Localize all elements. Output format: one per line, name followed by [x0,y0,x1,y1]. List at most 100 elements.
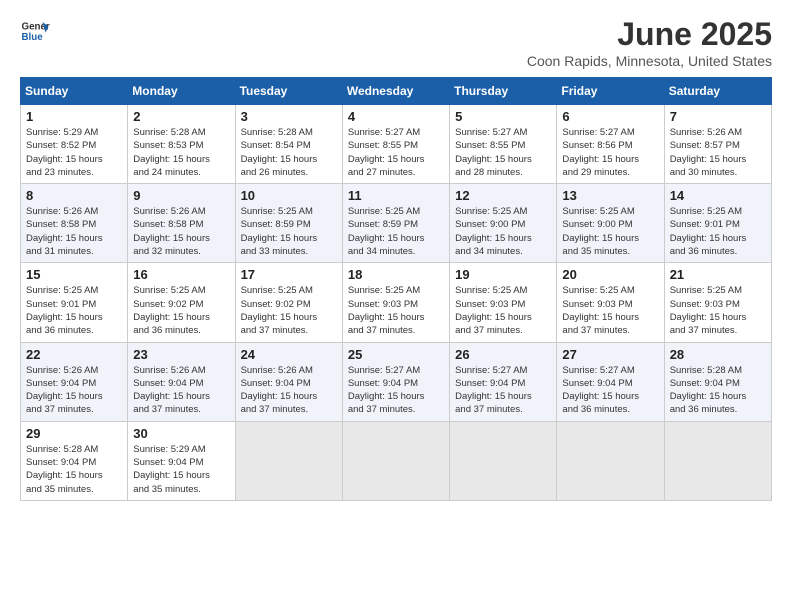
day-info: Sunrise: 5:29 AM Sunset: 9:04 PM Dayligh… [133,443,229,496]
day-info: Sunrise: 5:25 AM Sunset: 9:03 PM Dayligh… [455,284,551,337]
day-info: Sunrise: 5:28 AM Sunset: 8:54 PM Dayligh… [241,126,337,179]
day-info: Sunrise: 5:25 AM Sunset: 9:00 PM Dayligh… [455,205,551,258]
day-number: 11 [348,188,444,203]
calendar-cell [450,421,557,500]
day-info: Sunrise: 5:27 AM Sunset: 9:04 PM Dayligh… [562,364,658,417]
day-number: 3 [241,109,337,124]
calendar-cell: 30 Sunrise: 5:29 AM Sunset: 9:04 PM Dayli… [128,421,235,500]
day-number: 9 [133,188,229,203]
calendar-cell [342,421,449,500]
calendar-week-4: 22 Sunrise: 5:26 AM Sunset: 9:04 PM Dayli… [21,342,772,421]
calendar-cell: 27 Sunrise: 5:27 AM Sunset: 9:04 PM Dayli… [557,342,664,421]
calendar-title: June 2025 [527,16,772,53]
calendar-cell: 11Sunrise: 5:25 AM Sunset: 8:59 PM Dayli… [342,184,449,263]
page: General Blue June 2025 Coon Rapids, Minn… [0,0,792,612]
day-info: Sunrise: 5:26 AM Sunset: 9:04 PM Dayligh… [26,364,122,417]
day-number: 15 [26,267,122,282]
calendar-cell: 22 Sunrise: 5:26 AM Sunset: 9:04 PM Dayli… [21,342,128,421]
day-number: 14 [670,188,766,203]
column-header-friday: Friday [557,78,664,105]
calendar-cell: 3 Sunrise: 5:28 AM Sunset: 8:54 PM Daylig… [235,105,342,184]
calendar-cell: 4Sunrise: 5:27 AM Sunset: 8:55 PM Daylig… [342,105,449,184]
calendar-cell: 23 Sunrise: 5:26 AM Sunset: 9:04 PM Dayli… [128,342,235,421]
calendar-cell: 24Sunrise: 5:26 AM Sunset: 9:04 PM Dayli… [235,342,342,421]
day-number: 22 [26,347,122,362]
calendar-cell: 18Sunrise: 5:25 AM Sunset: 9:03 PM Dayli… [342,263,449,342]
day-info: Sunrise: 5:28 AM Sunset: 9:04 PM Dayligh… [670,364,766,417]
calendar-cell: 16Sunrise: 5:25 AM Sunset: 9:02 PM Dayli… [128,263,235,342]
day-info: Sunrise: 5:27 AM Sunset: 9:04 PM Dayligh… [455,364,551,417]
calendar-cell: 26Sunrise: 5:27 AM Sunset: 9:04 PM Dayli… [450,342,557,421]
day-number: 24 [241,347,337,362]
calendar-cell: 15 Sunrise: 5:25 AM Sunset: 9:01 PM Dayli… [21,263,128,342]
day-info: Sunrise: 5:29 AM Sunset: 8:52 PM Dayligh… [26,126,122,179]
calendar-cell: 19 Sunrise: 5:25 AM Sunset: 9:03 PM Dayli… [450,263,557,342]
column-header-saturday: Saturday [664,78,771,105]
day-number: 6 [562,109,658,124]
calendar-week-5: 29 Sunrise: 5:28 AM Sunset: 9:04 PM Dayli… [21,421,772,500]
logo-icon: General Blue [20,16,50,46]
day-info: Sunrise: 5:26 AM Sunset: 9:04 PM Dayligh… [133,364,229,417]
column-header-sunday: Sunday [21,78,128,105]
day-number: 27 [562,347,658,362]
day-number: 19 [455,267,551,282]
day-number: 2 [133,109,229,124]
logo: General Blue [20,16,50,46]
calendar-cell: 10 Sunrise: 5:25 AM Sunset: 8:59 PM Dayli… [235,184,342,263]
day-number: 1 [26,109,122,124]
calendar-cell: 21 Sunrise: 5:25 AM Sunset: 9:03 PM Dayli… [664,263,771,342]
calendar-cell: 29 Sunrise: 5:28 AM Sunset: 9:04 PM Dayli… [21,421,128,500]
day-info: Sunrise: 5:25 AM Sunset: 9:01 PM Dayligh… [26,284,122,337]
day-number: 4 [348,109,444,124]
calendar-cell [235,421,342,500]
day-number: 25 [348,347,444,362]
header: General Blue June 2025 Coon Rapids, Minn… [20,16,772,69]
calendar-cell [664,421,771,500]
calendar-cell: 2 Sunrise: 5:28 AM Sunset: 8:53 PM Daylig… [128,105,235,184]
calendar-cell: 20Sunrise: 5:25 AM Sunset: 9:03 PM Dayli… [557,263,664,342]
day-info: Sunrise: 5:28 AM Sunset: 9:04 PM Dayligh… [26,443,122,496]
calendar-week-2: 8Sunrise: 5:26 AM Sunset: 8:58 PM Daylig… [21,184,772,263]
day-number: 18 [348,267,444,282]
day-info: Sunrise: 5:25 AM Sunset: 9:03 PM Dayligh… [670,284,766,337]
day-number: 10 [241,188,337,203]
title-block: June 2025 Coon Rapids, Minnesota, United… [527,16,772,69]
calendar-table: SundayMondayTuesdayWednesdayThursdayFrid… [20,77,772,501]
day-number: 21 [670,267,766,282]
calendar-cell: 7 Sunrise: 5:26 AM Sunset: 8:57 PM Daylig… [664,105,771,184]
svg-text:Blue: Blue [22,32,44,43]
calendar-cell: 9 Sunrise: 5:26 AM Sunset: 8:58 PM Daylig… [128,184,235,263]
day-number: 7 [670,109,766,124]
calendar-cell [557,421,664,500]
day-info: Sunrise: 5:25 AM Sunset: 9:01 PM Dayligh… [670,205,766,258]
day-number: 20 [562,267,658,282]
day-info: Sunrise: 5:27 AM Sunset: 9:04 PM Dayligh… [348,364,444,417]
calendar-cell: 14 Sunrise: 5:25 AM Sunset: 9:01 PM Dayli… [664,184,771,263]
day-info: Sunrise: 5:25 AM Sunset: 8:59 PM Dayligh… [241,205,337,258]
calendar-cell: 17Sunrise: 5:25 AM Sunset: 9:02 PM Dayli… [235,263,342,342]
day-info: Sunrise: 5:28 AM Sunset: 8:53 PM Dayligh… [133,126,229,179]
calendar-week-3: 15 Sunrise: 5:25 AM Sunset: 9:01 PM Dayli… [21,263,772,342]
calendar-cell: 6 Sunrise: 5:27 AM Sunset: 8:56 PM Daylig… [557,105,664,184]
day-number: 23 [133,347,229,362]
day-info: Sunrise: 5:25 AM Sunset: 9:02 PM Dayligh… [133,284,229,337]
column-header-tuesday: Tuesday [235,78,342,105]
day-info: Sunrise: 5:27 AM Sunset: 8:56 PM Dayligh… [562,126,658,179]
calendar-week-1: 1 Sunrise: 5:29 AM Sunset: 8:52 PM Daylig… [21,105,772,184]
calendar-subtitle: Coon Rapids, Minnesota, United States [527,53,772,69]
day-info: Sunrise: 5:26 AM Sunset: 8:58 PM Dayligh… [133,205,229,258]
day-number: 29 [26,426,122,441]
column-header-monday: Monday [128,78,235,105]
day-info: Sunrise: 5:27 AM Sunset: 8:55 PM Dayligh… [455,126,551,179]
calendar-cell: 13Sunrise: 5:25 AM Sunset: 9:00 PM Dayli… [557,184,664,263]
column-header-thursday: Thursday [450,78,557,105]
day-number: 30 [133,426,229,441]
day-info: Sunrise: 5:25 AM Sunset: 9:00 PM Dayligh… [562,205,658,258]
calendar-cell: 1 Sunrise: 5:29 AM Sunset: 8:52 PM Daylig… [21,105,128,184]
calendar-cell: 28Sunrise: 5:28 AM Sunset: 9:04 PM Dayli… [664,342,771,421]
column-header-wednesday: Wednesday [342,78,449,105]
calendar-cell: 25 Sunrise: 5:27 AM Sunset: 9:04 PM Dayli… [342,342,449,421]
calendar-cell: 5Sunrise: 5:27 AM Sunset: 8:55 PM Daylig… [450,105,557,184]
day-info: Sunrise: 5:26 AM Sunset: 8:58 PM Dayligh… [26,205,122,258]
day-info: Sunrise: 5:26 AM Sunset: 8:57 PM Dayligh… [670,126,766,179]
